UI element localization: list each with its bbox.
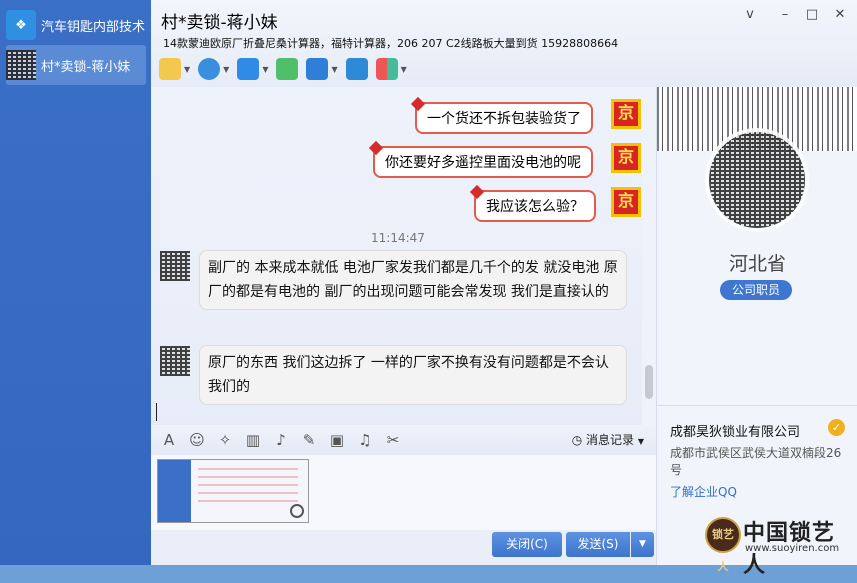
message-timestamp: 11:14:47: [371, 231, 425, 245]
profile-pane: 河北省 公司职员 成都昊狄锁业有限公司 ✓ 成都市武侯区武侯大道双楠段26号 了…: [656, 87, 857, 578]
send-file-button[interactable]: ▼: [237, 57, 268, 81]
scrollbar-thumb[interactable]: [645, 365, 653, 399]
zoom-icon[interactable]: [290, 504, 304, 518]
share-screen-icon: [345, 58, 368, 80]
chevron-down-icon: ▼: [262, 64, 269, 74]
avatar: [6, 50, 36, 80]
menu-dropdown-icon[interactable]: v: [741, 6, 759, 24]
chat-footer: 关闭(C) 发送(S) ▼: [151, 530, 656, 565]
contact-signature: 14款蒙迪欧原厂折叠尼桑计算器，福特计算器，206 207 C2线路板大量到货 …: [163, 37, 619, 50]
sender-avatar[interactable]: 京: [611, 143, 641, 173]
share-screen-button[interactable]: [345, 57, 368, 81]
edit-icon[interactable]: ✎: [299, 430, 319, 450]
screenshot-icon[interactable]: ▥: [243, 430, 263, 450]
conversation-sidebar: ❖ 汽车钥匙内部技术 村*卖锁-蒋小妹: [0, 0, 151, 565]
text-cursor: [156, 403, 157, 421]
company-address: 成都市武侯区武侯大道双楠段26号: [670, 446, 842, 477]
message-input[interactable]: [151, 455, 656, 530]
create-discussion-button[interactable]: [276, 57, 299, 81]
sent-message: 一个货还不拆包装验货了: [415, 102, 593, 134]
sent-message: 我应该怎么验？: [474, 190, 596, 222]
qq-chat-window: ❖ 汽车钥匙内部技术 村*卖锁-蒋小妹 村*卖锁-蒋小妹 14款蒙迪欧原厂折叠尼…: [0, 0, 857, 578]
send-button[interactable]: 发送(S): [566, 532, 630, 557]
role-badge: 公司职员: [720, 280, 792, 300]
profile-avatar[interactable]: [705, 128, 809, 232]
chat-title: 村*卖锁-蒋小妹: [161, 13, 278, 33]
sender-avatar[interactable]: 京: [611, 99, 641, 129]
received-message: 副厂的 本来成本就低 电池厂家发我们都是几千个的发 就没电池 原厂的都是有电池的…: [199, 250, 627, 310]
microphone-icon: [159, 58, 181, 80]
verified-icon: ✓: [828, 419, 845, 436]
message-scrollbar[interactable]: [642, 87, 656, 425]
chevron-down-icon: ▼: [223, 64, 230, 74]
minimize-icon[interactable]: –: [776, 6, 794, 24]
file-transfer-icon: [237, 58, 260, 80]
apps-icon: [375, 58, 398, 80]
send-options-dropdown[interactable]: ▼: [631, 532, 654, 557]
video-camera-icon: [198, 58, 221, 80]
input-toolbar: A ☺ ✧ ▥ ♪ ✎ ▣ ♫ ✂ ◷ 消息记录 ▼: [151, 425, 656, 455]
clock-icon: ◷: [571, 433, 583, 447]
remote-assist-button[interactable]: ▼: [306, 57, 338, 81]
close-icon[interactable]: ✕: [831, 6, 849, 24]
chat-header: 村*卖锁-蒋小妹 14款蒙迪欧原厂折叠尼桑计算器，福特计算器，206 207 C…: [151, 0, 857, 87]
learn-enterprise-qq-link[interactable]: 了解企业QQ: [670, 483, 737, 500]
chevron-down-icon: ▼: [400, 64, 407, 74]
add-chat-icon: [276, 58, 299, 80]
chat-toolbar: ▼ ▼ ▼ ▼ ▼: [159, 56, 415, 82]
pasted-image-thumbnail[interactable]: [157, 459, 309, 523]
thumbnail-content: [198, 468, 298, 508]
scissors-icon[interactable]: ✂: [383, 430, 403, 450]
avatar[interactable]: [160, 346, 190, 376]
emoji-icon[interactable]: ☺: [187, 430, 207, 450]
sidebar-item-label: 村*卖锁-蒋小妹: [41, 59, 131, 75]
brand-watermark: 锁艺人 中国锁艺人 www.suoyiren.com: [705, 515, 855, 578]
history-label: 消息记录: [586, 433, 635, 447]
remote-desktop-icon: [306, 58, 329, 80]
sent-message: 你还要好多遥控里面没电池的呢: [373, 146, 593, 178]
divider: [657, 405, 857, 406]
brand-logo-icon: 锁艺人: [705, 517, 741, 573]
avatar[interactable]: [160, 251, 190, 281]
chevron-down-icon: ▼: [637, 437, 644, 446]
sidebar-item-contact[interactable]: 村*卖锁-蒋小妹: [6, 45, 146, 85]
maximize-icon[interactable]: □: [803, 6, 821, 24]
video-call-button[interactable]: ▼: [198, 57, 229, 81]
company-name: 成都昊狄锁业有限公司: [670, 425, 801, 440]
group-logo-icon: ❖: [6, 10, 36, 40]
voice-icon[interactable]: ♪: [271, 430, 291, 450]
sidebar-item-label: 汽车钥匙内部技术: [41, 19, 146, 35]
brand-url: www.suoyiren.com: [745, 543, 840, 554]
profile-province: 河北省: [728, 253, 786, 275]
font-icon[interactable]: A: [159, 430, 179, 450]
message-history-button[interactable]: ◷ 消息记录 ▼: [572, 431, 644, 448]
magic-icon[interactable]: ✧: [215, 430, 235, 450]
image-icon[interactable]: ▣: [327, 430, 347, 450]
chevron-down-icon: ▼: [331, 64, 338, 74]
voice-call-button[interactable]: ▼: [159, 57, 190, 81]
apps-button[interactable]: ▼: [375, 57, 407, 81]
sidebar-item-group[interactable]: ❖ 汽车钥匙内部技术: [6, 5, 146, 45]
chevron-down-icon: ▼: [184, 64, 191, 74]
music-icon[interactable]: ♫: [355, 430, 375, 450]
sender-avatar[interactable]: 京: [611, 187, 641, 217]
message-area[interactable]: 一个货还不拆包装验货了 京 你还要好多遥控里面没电池的呢 京 我应该怎么验？ 京…: [151, 87, 656, 425]
close-button[interactable]: 关闭(C): [492, 532, 562, 557]
received-message: 原厂的东西 我们这边拆了 一样的厂家不换有没有问题都是不会认我们的: [199, 345, 627, 405]
